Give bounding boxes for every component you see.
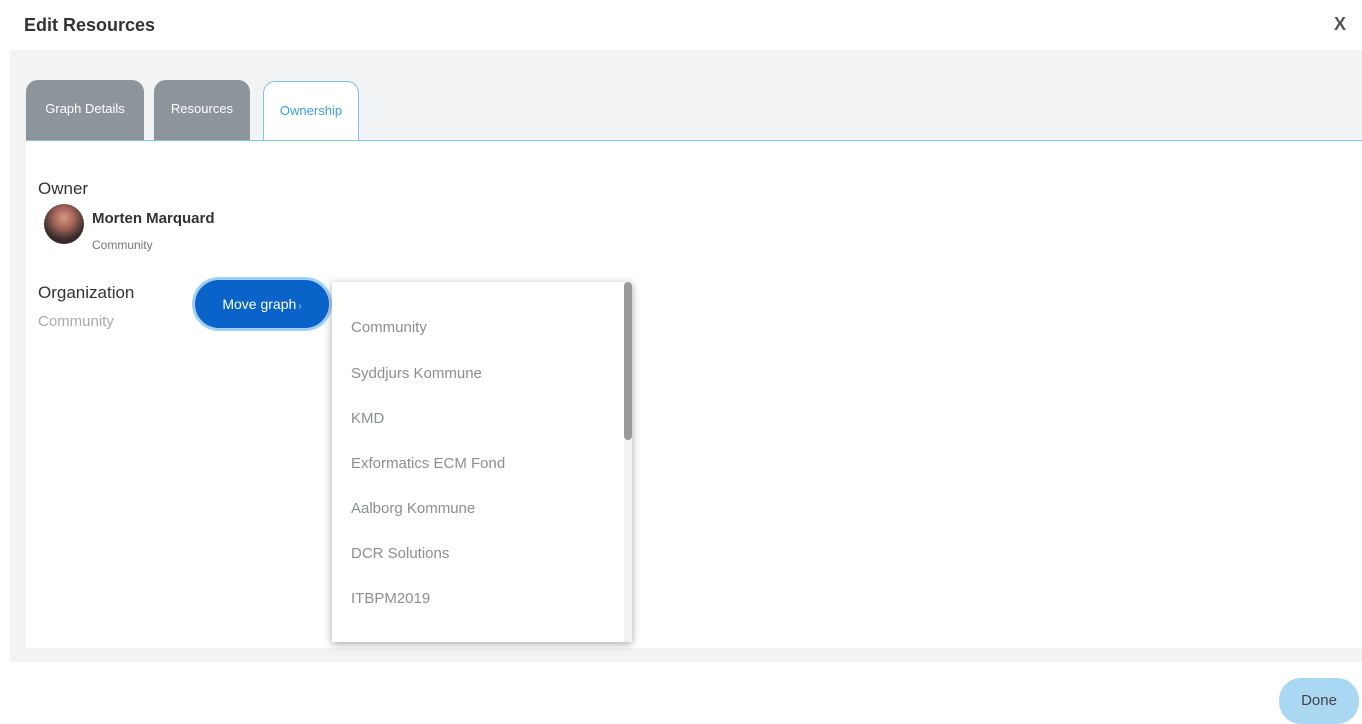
organization-heading: Organization — [38, 283, 135, 302]
done-button[interactable]: Done — [1279, 678, 1359, 724]
dialog-header: Edit Resources X — [0, 0, 1362, 50]
dialog-body: Graph Details Resources Ownership Owner … — [10, 50, 1362, 662]
dialog-title: Edit Resources — [24, 15, 156, 35]
dropdown-item[interactable]: ITBPM2019 — [351, 590, 430, 607]
avatar — [44, 204, 84, 244]
scrollbar-thumb[interactable] — [624, 282, 632, 440]
dropdown-item[interactable]: KMD — [351, 410, 384, 427]
owner-name: Morten Marquard — [92, 210, 215, 227]
move-graph-label: Move graph — [222, 296, 297, 312]
chevron-right-icon: › — [298, 301, 302, 312]
owner-organization: Community — [92, 238, 153, 252]
tab-resources[interactable]: Resources — [154, 80, 250, 140]
tab-graph-details[interactable]: Graph Details — [26, 80, 144, 140]
dropdown-item[interactable]: Community — [351, 319, 427, 336]
dropdown-item[interactable]: Syddjurs Kommune — [351, 365, 482, 382]
ownership-panel: Owner Morten Marquard Community Organiza… — [26, 140, 1362, 648]
dropdown-item[interactable]: Aalborg Kommune — [351, 500, 475, 517]
move-graph-button[interactable]: Move graph › — [195, 280, 329, 328]
dropdown-item[interactable]: DCR Solutions — [351, 545, 449, 562]
dropdown-item[interactable]: Exformatics ECM Fond — [351, 455, 505, 472]
dropdown-scrollbar[interactable] — [624, 282, 632, 642]
organization-value: Community — [38, 313, 114, 330]
organization-dropdown[interactable]: Community Syddjurs Kommune KMD Exformati… — [332, 282, 632, 642]
owner-heading: Owner — [38, 179, 89, 198]
close-icon[interactable]: X — [1334, 14, 1346, 35]
tab-ownership[interactable]: Ownership — [263, 81, 359, 141]
